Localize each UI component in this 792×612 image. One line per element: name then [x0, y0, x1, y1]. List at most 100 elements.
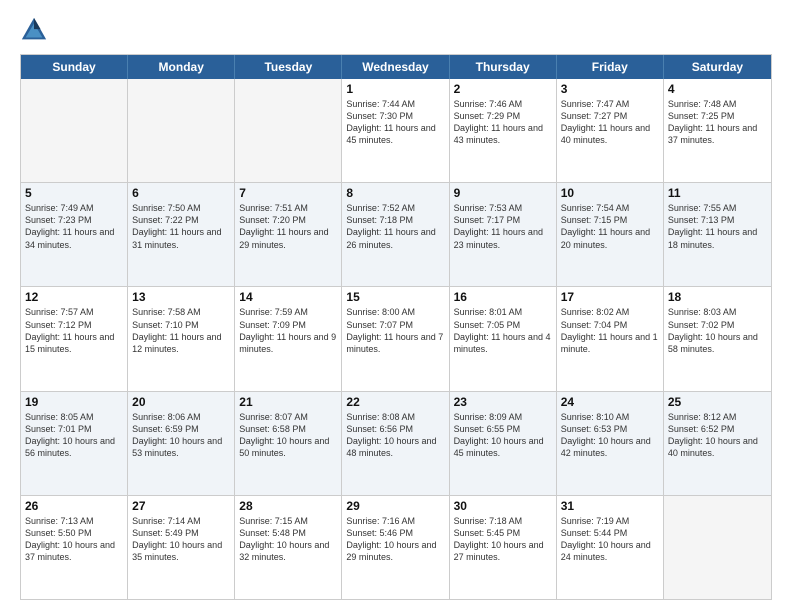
day-number: 7 [239, 186, 337, 200]
weekday-header: Saturday [664, 55, 771, 79]
day-cell: 5 Sunrise: 7:49 AM Sunset: 7:23 PM Daylig… [21, 183, 128, 286]
day-info: Sunrise: 8:00 AM Sunset: 7:07 PM Dayligh… [346, 306, 444, 355]
empty-cell [21, 79, 128, 182]
day-info: Sunrise: 7:15 AM Sunset: 5:48 PM Dayligh… [239, 515, 337, 564]
day-info: Sunrise: 7:50 AM Sunset: 7:22 PM Dayligh… [132, 202, 230, 251]
day-info: Sunrise: 8:03 AM Sunset: 7:02 PM Dayligh… [668, 306, 767, 355]
day-info: Sunrise: 8:08 AM Sunset: 6:56 PM Dayligh… [346, 411, 444, 460]
day-cell: 18 Sunrise: 8:03 AM Sunset: 7:02 PM Dayli… [664, 287, 771, 390]
day-number: 11 [668, 186, 767, 200]
day-number: 15 [346, 290, 444, 304]
day-cell: 26 Sunrise: 7:13 AM Sunset: 5:50 PM Dayli… [21, 496, 128, 599]
day-cell: 16 Sunrise: 8:01 AM Sunset: 7:05 PM Dayli… [450, 287, 557, 390]
day-number: 22 [346, 395, 444, 409]
day-cell: 6 Sunrise: 7:50 AM Sunset: 7:22 PM Daylig… [128, 183, 235, 286]
day-info: Sunrise: 8:09 AM Sunset: 6:55 PM Dayligh… [454, 411, 552, 460]
day-number: 18 [668, 290, 767, 304]
day-cell: 8 Sunrise: 7:52 AM Sunset: 7:18 PM Daylig… [342, 183, 449, 286]
day-cell: 19 Sunrise: 8:05 AM Sunset: 7:01 PM Dayli… [21, 392, 128, 495]
empty-cell [664, 496, 771, 599]
day-number: 8 [346, 186, 444, 200]
day-cell: 10Sunrise: 7:54 AM Sunset: 7:15 PM Dayli… [557, 183, 664, 286]
calendar-row: 19 Sunrise: 8:05 AM Sunset: 7:01 PM Dayli… [21, 391, 771, 495]
day-number: 2 [454, 82, 552, 96]
day-number: 23 [454, 395, 552, 409]
day-number: 31 [561, 499, 659, 513]
weekday-header: Wednesday [342, 55, 449, 79]
day-cell: 12 Sunrise: 7:57 AM Sunset: 7:12 PM Dayli… [21, 287, 128, 390]
logo-icon [20, 16, 48, 44]
day-info: Sunrise: 7:18 AM Sunset: 5:45 PM Dayligh… [454, 515, 552, 564]
day-cell: 20 Sunrise: 8:06 AM Sunset: 6:59 PM Dayli… [128, 392, 235, 495]
day-info: Sunrise: 7:58 AM Sunset: 7:10 PM Dayligh… [132, 306, 230, 355]
day-info: Sunrise: 7:14 AM Sunset: 5:49 PM Dayligh… [132, 515, 230, 564]
day-info: Sunrise: 7:53 AM Sunset: 7:17 PM Dayligh… [454, 202, 552, 251]
day-cell: 25 Sunrise: 8:12 AM Sunset: 6:52 PM Dayli… [664, 392, 771, 495]
day-cell: 9Sunrise: 7:53 AM Sunset: 7:17 PM Daylig… [450, 183, 557, 286]
weekday-header: Friday [557, 55, 664, 79]
day-number: 6 [132, 186, 230, 200]
day-number: 26 [25, 499, 123, 513]
calendar-row: 5 Sunrise: 7:49 AM Sunset: 7:23 PM Daylig… [21, 182, 771, 286]
day-cell: 29 Sunrise: 7:16 AM Sunset: 5:46 PM Dayli… [342, 496, 449, 599]
logo [20, 16, 52, 44]
calendar-body: 1Sunrise: 7:44 AM Sunset: 7:30 PM Daylig… [21, 79, 771, 599]
day-cell: 4Sunrise: 7:48 AM Sunset: 7:25 PM Daylig… [664, 79, 771, 182]
page: SundayMondayTuesdayWednesdayThursdayFrid… [0, 0, 792, 612]
day-cell: 17 Sunrise: 8:02 AM Sunset: 7:04 PM Dayli… [557, 287, 664, 390]
empty-cell [235, 79, 342, 182]
day-cell: 13 Sunrise: 7:58 AM Sunset: 7:10 PM Dayli… [128, 287, 235, 390]
day-number: 16 [454, 290, 552, 304]
day-number: 27 [132, 499, 230, 513]
day-cell: 31 Sunrise: 7:19 AM Sunset: 5:44 PM Dayli… [557, 496, 664, 599]
day-number: 4 [668, 82, 767, 96]
day-info: Sunrise: 7:51 AM Sunset: 7:20 PM Dayligh… [239, 202, 337, 251]
day-number: 30 [454, 499, 552, 513]
day-info: Sunrise: 7:59 AM Sunset: 7:09 PM Dayligh… [239, 306, 337, 355]
day-number: 14 [239, 290, 337, 304]
day-cell: 22 Sunrise: 8:08 AM Sunset: 6:56 PM Dayli… [342, 392, 449, 495]
day-number: 5 [25, 186, 123, 200]
day-info: Sunrise: 7:49 AM Sunset: 7:23 PM Dayligh… [25, 202, 123, 251]
day-number: 29 [346, 499, 444, 513]
day-info: Sunrise: 8:05 AM Sunset: 7:01 PM Dayligh… [25, 411, 123, 460]
day-info: Sunrise: 7:44 AM Sunset: 7:30 PM Dayligh… [346, 98, 444, 147]
day-number: 28 [239, 499, 337, 513]
day-info: Sunrise: 7:16 AM Sunset: 5:46 PM Dayligh… [346, 515, 444, 564]
day-info: Sunrise: 7:52 AM Sunset: 7:18 PM Dayligh… [346, 202, 444, 251]
day-cell: 24 Sunrise: 8:10 AM Sunset: 6:53 PM Dayli… [557, 392, 664, 495]
day-info: Sunrise: 7:46 AM Sunset: 7:29 PM Dayligh… [454, 98, 552, 147]
day-number: 13 [132, 290, 230, 304]
day-cell: 11 Sunrise: 7:55 AM Sunset: 7:13 PM Dayli… [664, 183, 771, 286]
weekday-header: Tuesday [235, 55, 342, 79]
day-cell: 15 Sunrise: 8:00 AM Sunset: 7:07 PM Dayli… [342, 287, 449, 390]
day-cell: 30 Sunrise: 7:18 AM Sunset: 5:45 PM Dayli… [450, 496, 557, 599]
day-info: Sunrise: 7:13 AM Sunset: 5:50 PM Dayligh… [25, 515, 123, 564]
day-info: Sunrise: 7:47 AM Sunset: 7:27 PM Dayligh… [561, 98, 659, 147]
day-number: 3 [561, 82, 659, 96]
weekday-header: Sunday [21, 55, 128, 79]
calendar-row: 26 Sunrise: 7:13 AM Sunset: 5:50 PM Dayli… [21, 495, 771, 599]
calendar-header: SundayMondayTuesdayWednesdayThursdayFrid… [21, 55, 771, 79]
day-info: Sunrise: 7:57 AM Sunset: 7:12 PM Dayligh… [25, 306, 123, 355]
day-info: Sunrise: 8:01 AM Sunset: 7:05 PM Dayligh… [454, 306, 552, 355]
day-number: 19 [25, 395, 123, 409]
day-number: 24 [561, 395, 659, 409]
day-info: Sunrise: 8:12 AM Sunset: 6:52 PM Dayligh… [668, 411, 767, 460]
day-info: Sunrise: 7:55 AM Sunset: 7:13 PM Dayligh… [668, 202, 767, 251]
calendar-row: 12 Sunrise: 7:57 AM Sunset: 7:12 PM Dayli… [21, 286, 771, 390]
day-cell: 27 Sunrise: 7:14 AM Sunset: 5:49 PM Dayli… [128, 496, 235, 599]
weekday-header: Monday [128, 55, 235, 79]
day-cell: 2 Sunrise: 7:46 AM Sunset: 7:29 PM Daylig… [450, 79, 557, 182]
day-info: Sunrise: 8:02 AM Sunset: 7:04 PM Dayligh… [561, 306, 659, 355]
day-info: Sunrise: 8:06 AM Sunset: 6:59 PM Dayligh… [132, 411, 230, 460]
day-number: 21 [239, 395, 337, 409]
day-info: Sunrise: 7:54 AM Sunset: 7:15 PM Dayligh… [561, 202, 659, 251]
day-number: 12 [25, 290, 123, 304]
day-number: 20 [132, 395, 230, 409]
day-info: Sunrise: 7:19 AM Sunset: 5:44 PM Dayligh… [561, 515, 659, 564]
day-info: Sunrise: 8:10 AM Sunset: 6:53 PM Dayligh… [561, 411, 659, 460]
day-cell: 28 Sunrise: 7:15 AM Sunset: 5:48 PM Dayli… [235, 496, 342, 599]
day-number: 17 [561, 290, 659, 304]
day-number: 25 [668, 395, 767, 409]
